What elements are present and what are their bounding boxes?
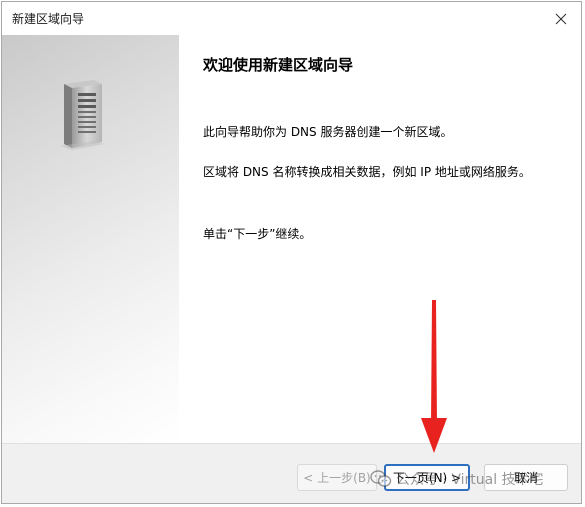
back-button[interactable]: < 上一步(B) [297,464,377,491]
server-icon [60,80,104,150]
wizard-side-panel [2,35,179,443]
close-icon [555,13,567,24]
wizard-content: 欢迎使用新建区域向导 此向导帮助你为 DNS 服务器创建一个新区域。 区域将 D… [179,35,581,443]
description-text: 区域将 DNS 名称转换成相关数据，例如 IP 地址或网络服务。 [203,165,531,179]
window-title: 新建区域向导 [12,12,85,26]
cancel-button[interactable]: 取消 [484,464,568,491]
title-bar: 新建区域向导 [2,2,581,35]
instruction-text: 单击“下一步”继续。 [203,227,312,241]
button-bar: < 上一步(B) 下一页(N) > 取消 [2,444,581,503]
close-button[interactable] [541,2,581,35]
intro-text: 此向导帮助你为 DNS 服务器创建一个新区域。 [203,125,453,139]
wizard-window: 新建区域向导 欢迎使用新建区域向导 此向导帮助你为 DNS 服务器创建一个新区域… [1,1,582,504]
wizard-heading: 欢迎使用新建区域向导 [203,56,354,74]
next-button[interactable]: 下一页(N) > [384,464,470,491]
